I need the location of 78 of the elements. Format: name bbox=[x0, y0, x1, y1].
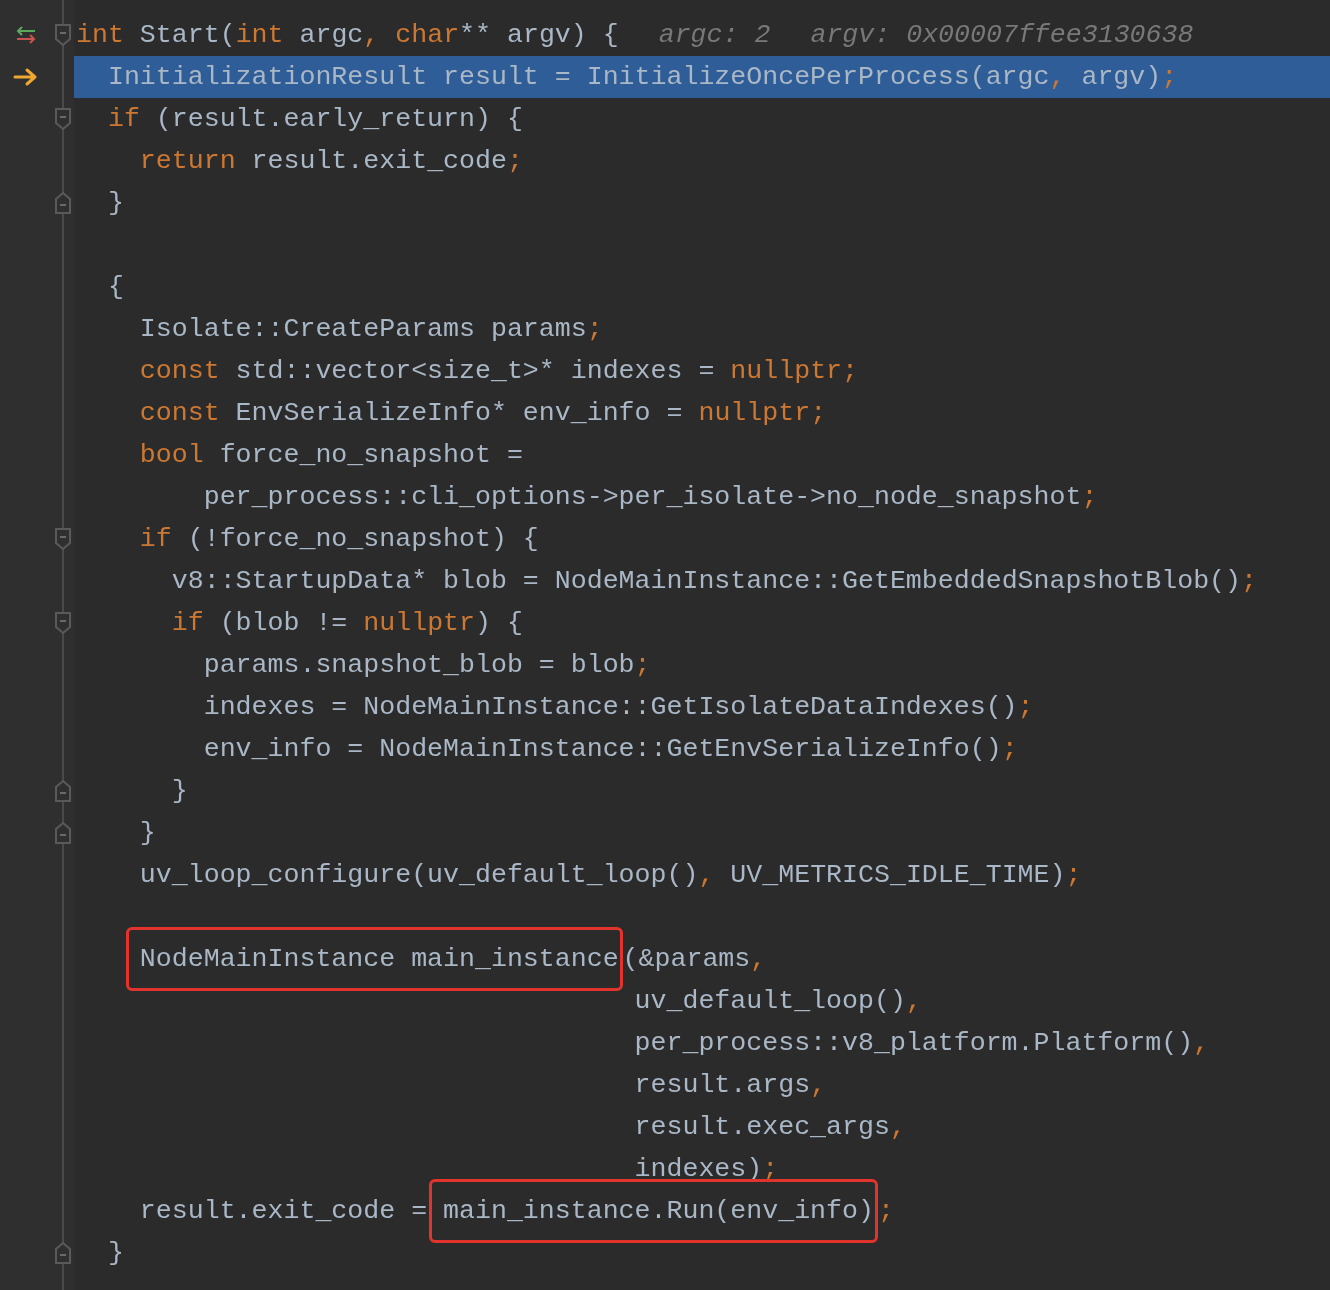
punctuation: , bbox=[905, 986, 922, 1016]
punctuation: , bbox=[363, 20, 380, 50]
code-text: ** argv) { bbox=[459, 20, 619, 50]
swap-arrows-icon bbox=[15, 25, 37, 45]
punctuation: ; bbox=[1001, 734, 1018, 764]
code-text: uv_default_loop() bbox=[634, 986, 906, 1016]
highlighted-code: main_instance.Run(env_info) bbox=[429, 1179, 878, 1243]
punctuation: , bbox=[810, 1070, 827, 1100]
code-text: } bbox=[107, 1238, 124, 1268]
code-text: per_process::v8_platform.Platform() bbox=[634, 1028, 1194, 1058]
punctuation: , bbox=[1193, 1028, 1210, 1058]
punctuation: ; bbox=[877, 1196, 894, 1226]
code-text: EnvSerializeInfo* env_info = bbox=[235, 398, 684, 428]
fold-marker-icon[interactable] bbox=[54, 821, 72, 845]
code-text: (&params bbox=[622, 944, 751, 974]
keyword: const bbox=[139, 398, 220, 428]
fold-marker-icon[interactable] bbox=[54, 107, 72, 131]
code-text: uv_loop_configure(uv_default_loop() bbox=[139, 860, 699, 890]
keyword: nullptr bbox=[698, 398, 811, 428]
punctuation: ; bbox=[1161, 62, 1178, 92]
code-text: argc bbox=[299, 20, 364, 50]
inline-value-hint: argv: 0x00007ffee3130638 bbox=[810, 20, 1194, 50]
code-text: env_info = NodeMainInstance::GetEnvSerializeInfo() bbox=[203, 734, 1002, 764]
code-text: result.exit_code bbox=[251, 146, 507, 176]
punctuation: , bbox=[1049, 62, 1066, 92]
code-text: } bbox=[171, 776, 188, 806]
keyword: nullptr bbox=[363, 608, 475, 638]
code-text: } bbox=[139, 818, 156, 848]
fold-marker-icon[interactable] bbox=[54, 527, 72, 551]
keyword: return bbox=[139, 146, 236, 176]
punctuation: ; bbox=[506, 146, 523, 176]
code-text: result.args bbox=[634, 1070, 811, 1100]
keyword: if bbox=[107, 104, 140, 134]
fold-marker-icon[interactable] bbox=[54, 1241, 72, 1265]
punctuation: ; bbox=[1065, 860, 1082, 890]
fold-marker-icon[interactable] bbox=[54, 23, 72, 47]
code-text: Start( bbox=[139, 20, 236, 50]
fold-marker-icon[interactable] bbox=[54, 779, 72, 803]
code-text: force_no_snapshot = bbox=[219, 440, 523, 470]
code-text: (!force_no_snapshot) { bbox=[187, 524, 539, 554]
code-text: Isolate::CreateParams params bbox=[139, 314, 587, 344]
code-text: InitializationResult result = InitializeOncePerProcess(argc bbox=[107, 62, 1050, 92]
keyword: const bbox=[139, 356, 220, 386]
punctuation: , bbox=[889, 1112, 906, 1142]
code-text: indexes = NodeMainInstance::GetIsolateDataIndexes() bbox=[203, 692, 1018, 722]
fold-marker-icon[interactable] bbox=[54, 191, 72, 215]
code-text: UV_METRICS_IDLE_TIME) bbox=[730, 860, 1066, 890]
punctuation: ; bbox=[842, 356, 859, 386]
fold-marker-icon[interactable] bbox=[54, 611, 72, 635]
keyword: int bbox=[235, 20, 284, 50]
code-text: result.exec_args bbox=[634, 1112, 890, 1142]
code-text: argv) bbox=[1081, 62, 1162, 92]
code-text: std::vector<size_t>* indexes = bbox=[235, 356, 716, 386]
keyword: int bbox=[76, 20, 124, 50]
keyword: if bbox=[139, 524, 172, 554]
punctuation: ; bbox=[634, 650, 651, 680]
punctuation: ; bbox=[1081, 482, 1098, 512]
keyword: if bbox=[171, 608, 204, 638]
code-text: (result.early_return) { bbox=[155, 104, 523, 134]
keyword: nullptr bbox=[730, 356, 843, 386]
code-text: } bbox=[107, 188, 124, 218]
code-text: v8::StartupData* blob = NodeMainInstance::GetEmbeddedSnapshotBlob() bbox=[171, 566, 1241, 596]
punctuation: ; bbox=[586, 314, 603, 344]
code-text: (blob != bbox=[219, 608, 349, 638]
inline-value-hint: argc: 2 bbox=[658, 20, 771, 50]
keyword: bool bbox=[139, 440, 204, 470]
punctuation: ; bbox=[1017, 692, 1034, 722]
punctuation: , bbox=[750, 944, 767, 974]
code-text: result.exit_code = bbox=[139, 1196, 429, 1226]
code-text: per_process::cli_options->per_isolate->no_node_snapshot bbox=[203, 482, 1082, 512]
punctuation: ; bbox=[810, 398, 827, 428]
code-text: params.snapshot_blob = blob bbox=[203, 650, 635, 680]
code-text: ) { bbox=[475, 608, 523, 638]
punctuation: ; bbox=[1241, 566, 1257, 596]
highlighted-code: NodeMainInstance main_instance bbox=[125, 927, 623, 991]
keyword: char bbox=[395, 20, 460, 50]
code-text: { bbox=[107, 272, 124, 302]
punctuation: , bbox=[698, 860, 715, 890]
